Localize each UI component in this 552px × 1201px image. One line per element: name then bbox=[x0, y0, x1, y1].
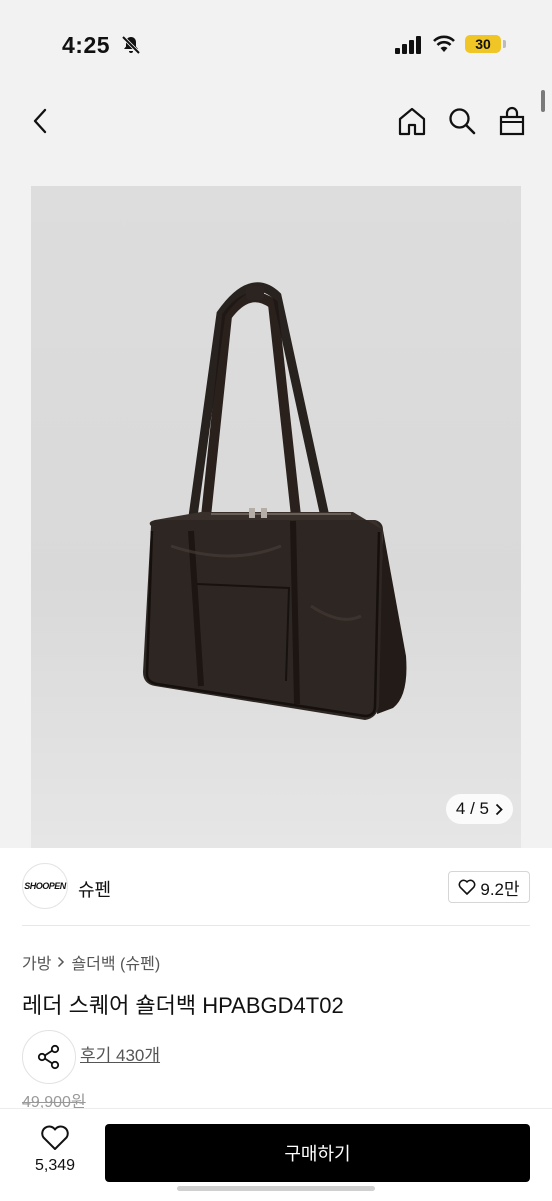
search-icon bbox=[449, 108, 476, 135]
product-image-carousel[interactable]: 4 / 5 bbox=[31, 186, 521, 848]
heart-icon bbox=[41, 1125, 69, 1150]
brand-like-count: 9.2만 bbox=[480, 879, 520, 899]
brand-logo[interactable]: SHOOPEN bbox=[22, 863, 68, 909]
home-icon bbox=[398, 107, 426, 136]
product-photo-leather-shoulder-bag bbox=[143, 282, 407, 720]
product-title: 레더 스퀘어 숄더백 HPABGD4T02 bbox=[22, 993, 344, 1018]
favorite-button[interactable]: 5,349 bbox=[25, 1125, 85, 1175]
home-indicator[interactable] bbox=[177, 1186, 375, 1191]
scrollbar[interactable] bbox=[541, 90, 545, 112]
shopping-bag-icon bbox=[499, 106, 525, 136]
chevron-left-icon bbox=[33, 108, 47, 134]
buy-button[interactable]: 구매하기 bbox=[105, 1124, 530, 1182]
cellular-signal-icon bbox=[395, 36, 421, 54]
brand-name[interactable]: 슈펜 bbox=[78, 876, 111, 902]
heart-icon bbox=[458, 879, 476, 895]
chevron-right-icon bbox=[495, 803, 503, 815]
chevron-right-icon bbox=[58, 956, 65, 968]
share-button[interactable] bbox=[22, 1030, 76, 1084]
bell-muted-icon bbox=[121, 35, 141, 55]
favorite-count: 5,349 bbox=[34, 1157, 76, 1174]
divider bbox=[22, 925, 530, 926]
home-button[interactable] bbox=[394, 104, 430, 138]
cart-button[interactable] bbox=[494, 104, 530, 138]
breadcrumb-item-shoulder-bag[interactable]: 숄더백 (슈펜) bbox=[71, 950, 160, 974]
breadcrumb-item-bags[interactable]: 가방 bbox=[22, 950, 51, 974]
image-counter[interactable]: 4 / 5 bbox=[445, 794, 513, 824]
image-counter-text: 4 / 5 bbox=[455, 799, 489, 818]
status-time: 4:25 bbox=[62, 32, 111, 58]
brand-like-button[interactable]: 9.2만 bbox=[448, 871, 530, 903]
battery-indicator: 30 bbox=[465, 35, 501, 53]
share-icon bbox=[37, 1044, 60, 1070]
wifi-icon bbox=[433, 35, 455, 52]
back-button[interactable] bbox=[24, 104, 56, 138]
search-button[interactable] bbox=[444, 104, 480, 138]
breadcrumb: 가방 숄더백 (슈펜) bbox=[22, 950, 160, 974]
reviews-link[interactable]: 후기 430개 bbox=[80, 1041, 160, 1066]
battery-tip bbox=[503, 40, 506, 48]
status-bar: 4:25 30 bbox=[0, 0, 552, 92]
